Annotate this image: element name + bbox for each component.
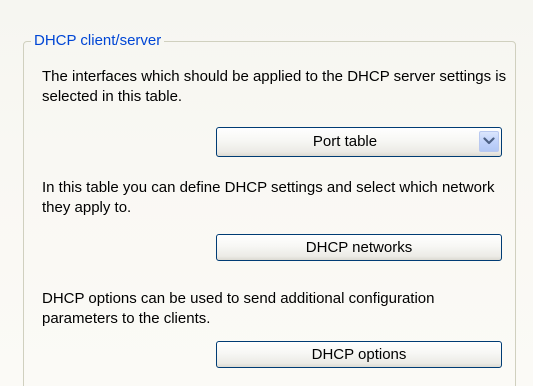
dhcp-networks-description: In this table you can define DHCP settin… xyxy=(42,179,495,216)
port-table-dropdown-value: Port table xyxy=(312,133,378,150)
dhcp-options-button[interactable]: DHCP options xyxy=(216,341,502,368)
dhcp-settings-page: DHCP client/server The interfaces which … xyxy=(0,0,533,386)
group-title: DHCP client/server xyxy=(31,31,165,51)
dhcp-networks-button[interactable]: DHCP networks xyxy=(216,234,502,261)
dhcp-options-description: DHCP options can be used to send additio… xyxy=(42,290,435,327)
port-table-description: The interfaces which should be applied t… xyxy=(42,68,507,105)
dropdown-arrow-button[interactable] xyxy=(479,131,499,152)
port-table-dropdown[interactable]: Port table xyxy=(216,127,502,157)
